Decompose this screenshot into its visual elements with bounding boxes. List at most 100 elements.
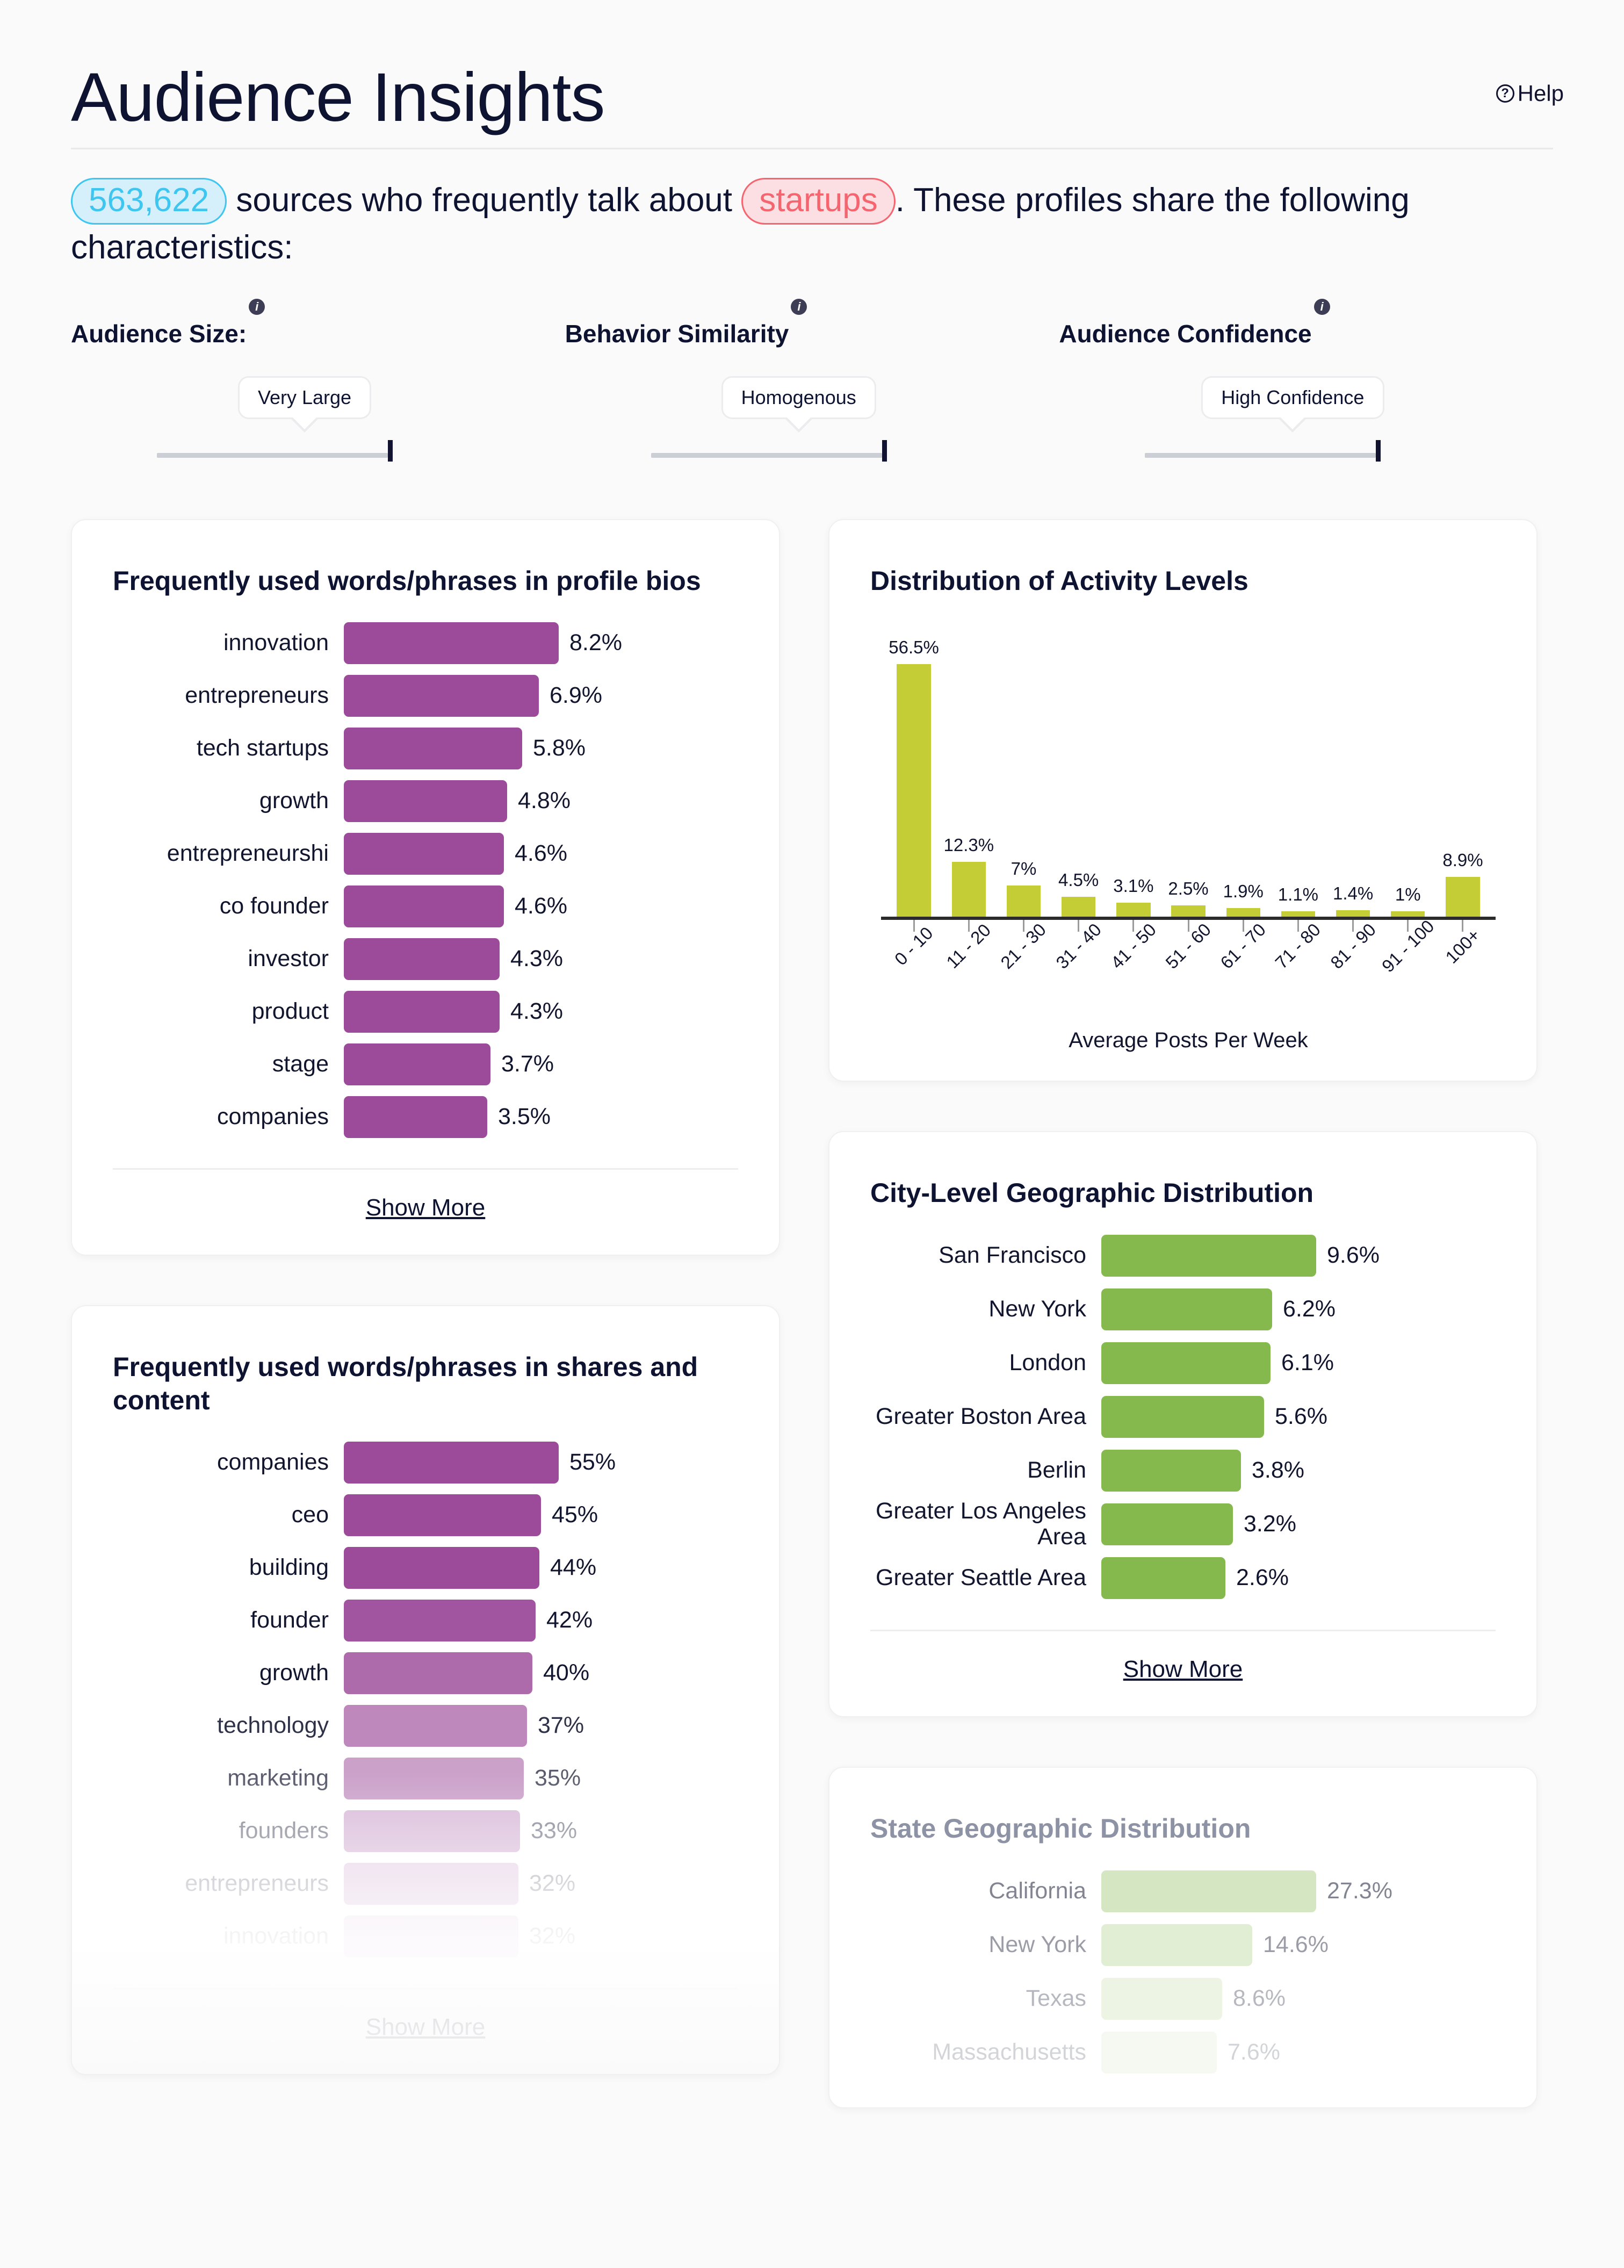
- slider-thumb[interactable]: [1376, 440, 1381, 462]
- slider-thumb[interactable]: [882, 440, 887, 462]
- card-title: Frequently used words/phrases in shares …: [113, 1351, 698, 1415]
- bar-value: 6.2%: [1283, 1296, 1336, 1322]
- show-more-shares-content[interactable]: Show More: [113, 1989, 738, 2046]
- left-column: Frequently used words/phrases in profile…: [71, 519, 780, 2075]
- bar-track: 3.5%: [344, 1096, 551, 1138]
- bar-row: building 44%: [113, 1542, 738, 1594]
- bar-track: 32%: [344, 1915, 576, 1957]
- bar-column: 1.1%: [1271, 619, 1325, 917]
- bar-column: 2.5%: [1161, 619, 1216, 917]
- bar-value: 27.3%: [1327, 1878, 1392, 1904]
- bar-fill: [1101, 1395, 1264, 1438]
- bar-fill: [344, 1862, 518, 1905]
- bar-fill: [344, 1704, 527, 1747]
- bar-fill: [344, 1599, 536, 1641]
- bar-label: tech startups: [196, 735, 329, 761]
- bar-label: Berlin: [1027, 1457, 1086, 1483]
- bar-track: 37%: [344, 1704, 584, 1747]
- info-icon[interactable]: i: [249, 298, 265, 315]
- metric-behavior-similarity: Behavior Similarity i Homogenous: [565, 298, 1059, 471]
- bar-column: 4.5%: [1051, 619, 1106, 917]
- bar-fill: [1101, 1342, 1271, 1384]
- show-more-city-geo[interactable]: Show More: [870, 1631, 1496, 1688]
- bar-track: 45%: [344, 1494, 598, 1536]
- bar-row: Texas 8.6%: [870, 1972, 1496, 2026]
- info-icon[interactable]: i: [1313, 298, 1330, 315]
- slider-thumb[interactable]: [388, 440, 393, 462]
- bar-value: 35%: [535, 1765, 581, 1791]
- page-bottom-fade: [0, 2107, 1624, 2268]
- bar-label: Greater Boston Area: [876, 1403, 1086, 1429]
- bar-row: Greater Boston Area 5.6%: [870, 1390, 1496, 1444]
- bar-track: 32%: [344, 1862, 575, 1905]
- show-more-profile-bios[interactable]: Show More: [113, 1170, 738, 1227]
- bar-row: founder 42%: [113, 1594, 738, 1647]
- bar-fill: [951, 861, 986, 917]
- bar-track: 6.2%: [1101, 1288, 1336, 1330]
- bar-fill: [1226, 908, 1260, 917]
- axis-tick: [886, 919, 941, 932]
- audience-confidence-slider[interactable]: High Confidence: [1059, 363, 1553, 471]
- bar-fill: [1116, 902, 1151, 917]
- bar-row: Greater Los Angeles Area 3.2%: [870, 1497, 1496, 1551]
- metric-label: Behavior Similarity i: [565, 298, 807, 348]
- bar-value: 4.5%: [1058, 869, 1099, 890]
- bar-row: entrepreneurs 6.9%: [113, 669, 738, 722]
- slider-track[interactable]: [1145, 452, 1376, 458]
- bar-label: Massachusetts: [932, 2039, 1086, 2065]
- bar-track: 3.8%: [1101, 1449, 1304, 1492]
- bar-track: 40%: [344, 1652, 589, 1694]
- bar-label: founders: [239, 1817, 329, 1844]
- bar-track: 33%: [344, 1810, 577, 1852]
- bar-track: 4.3%: [344, 938, 563, 980]
- slider-track[interactable]: [651, 452, 882, 458]
- bar-value: 4.3%: [510, 946, 564, 972]
- insights-grid: Frequently used words/phrases in profile…: [71, 519, 1553, 2108]
- bar-row: California 27.3%: [870, 1864, 1496, 1918]
- bar-label: innovation: [223, 1923, 329, 1949]
- bar-label: entrepreneurshi: [167, 840, 329, 866]
- info-icon[interactable]: i: [791, 298, 807, 315]
- bar-track: 44%: [344, 1546, 596, 1589]
- bar-label: founder: [250, 1607, 329, 1633]
- bar-track: 55%: [344, 1441, 616, 1484]
- city-geo-bar-chart: San Francisco 9.6% New York 6.2% London 6.1% G…: [870, 1229, 1496, 1605]
- bar-track: 4.6%: [344, 832, 568, 875]
- bar-track: 2.6%: [1101, 1557, 1289, 1599]
- bar-row: investor 4.3%: [113, 933, 738, 985]
- bar-value: 2.5%: [1168, 878, 1209, 898]
- bar-row: stage 3.7%: [113, 1038, 738, 1091]
- bar-fill: [1101, 1924, 1252, 1966]
- bar-track: 35%: [344, 1757, 581, 1799]
- bar-column: 56.5%: [886, 619, 941, 917]
- slider-track[interactable]: [157, 452, 388, 458]
- bar-value: 4.6%: [515, 840, 568, 867]
- card-shares-content: Frequently used words/phrases in shares …: [71, 1305, 780, 2075]
- bar-row: companies 3.5%: [113, 1091, 738, 1143]
- audience-size-slider[interactable]: Very Large: [71, 363, 565, 471]
- bar-fill: [1061, 896, 1096, 917]
- card-activity-levels: Distribution of Activity Levels 56.5% 12.…: [828, 519, 1538, 1082]
- bar-fill: [1101, 1977, 1222, 2020]
- bar-label: building: [249, 1554, 329, 1580]
- bar-fill: [344, 1043, 490, 1085]
- bar-row: product 4.3%: [113, 985, 738, 1038]
- bar-value: 32%: [529, 1923, 576, 1949]
- metrics-row: Audience Size: i Very Large Behavior Sim…: [71, 298, 1553, 471]
- bar-row: co founder 4.6%: [113, 880, 738, 933]
- profile-bios-bar-chart: innovation 8.2% entrepreneurs 6.9% tech star…: [113, 617, 738, 1143]
- bar-label: companies: [217, 1103, 329, 1129]
- bar-value: 6.9%: [550, 682, 603, 709]
- bar-track: 4.8%: [344, 780, 571, 822]
- bar-label: investor: [248, 945, 329, 971]
- bar-row: entrepreneurs 32%: [113, 1857, 738, 1910]
- help-link[interactable]: ? Help: [1496, 81, 1564, 106]
- bar-label: stage: [272, 1050, 329, 1077]
- state-geo-bar-chart: California 27.3% New York 14.6% Texas 8.6% Mas…: [870, 1864, 1496, 2079]
- behavior-similarity-slider[interactable]: Homogenous: [565, 363, 1059, 471]
- bar-column: 7%: [996, 619, 1051, 917]
- activity-x-axis-title: Average Posts Per Week: [1069, 1028, 1308, 1052]
- metric-audience-confidence: Audience Confidence i High Confidence: [1059, 298, 1553, 471]
- bar-track: 3.2%: [1101, 1503, 1296, 1545]
- metric-label: Audience Size: i: [71, 298, 265, 348]
